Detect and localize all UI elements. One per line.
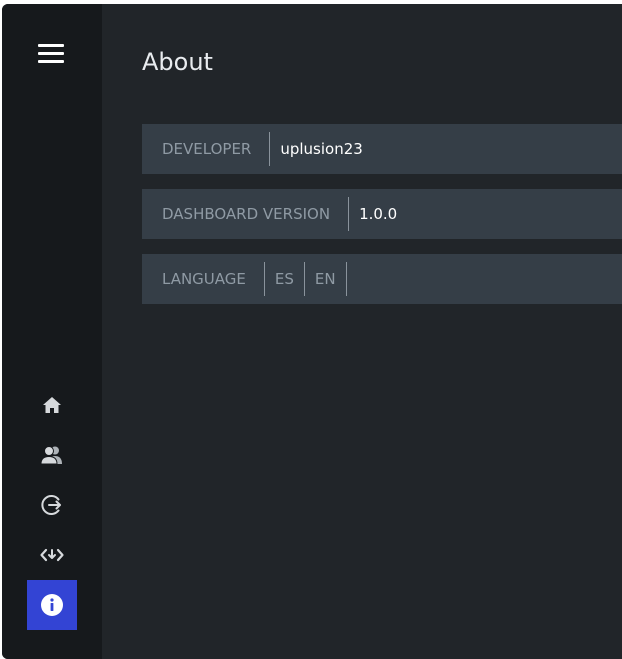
sidebar-item-code[interactable]: [27, 530, 77, 580]
sidebar-item-info[interactable]: [27, 580, 77, 630]
home-icon: [43, 397, 61, 413]
info-icon: [41, 594, 63, 616]
users-icon: [40, 446, 62, 465]
developer-label: DEVELOPER: [142, 132, 271, 166]
language-label: LANGUAGE: [142, 262, 265, 296]
logout-icon: [41, 495, 61, 515]
developer-value: uplusion23: [280, 140, 363, 158]
hamburger-bar: [38, 44, 64, 47]
language-option-es[interactable]: ES: [265, 262, 305, 296]
language-row: LANGUAGE ES EN: [142, 254, 622, 304]
sidebar: [2, 4, 102, 659]
hamburger-menu-button[interactable]: [38, 44, 66, 66]
page-title: About: [142, 48, 213, 76]
dashboard-version-label: DASHBOARD VERSION: [142, 197, 350, 231]
hamburger-bar: [38, 52, 64, 55]
app-window: About DEVELOPER uplusion23 DASHBOARD VER…: [2, 4, 622, 659]
sidebar-item-home[interactable]: [27, 380, 77, 430]
main-content: About DEVELOPER uplusion23 DASHBOARD VER…: [102, 4, 622, 659]
code-icon: [40, 548, 64, 562]
sidebar-item-users[interactable]: [27, 430, 77, 480]
language-option-en[interactable]: EN: [305, 262, 347, 296]
developer-row: DEVELOPER uplusion23: [142, 124, 622, 174]
dashboard-version-row: DASHBOARD VERSION 1.0.0: [142, 189, 622, 239]
dashboard-version-value: 1.0.0: [359, 205, 398, 223]
hamburger-bar: [38, 60, 64, 63]
sidebar-item-logout[interactable]: [27, 480, 77, 530]
